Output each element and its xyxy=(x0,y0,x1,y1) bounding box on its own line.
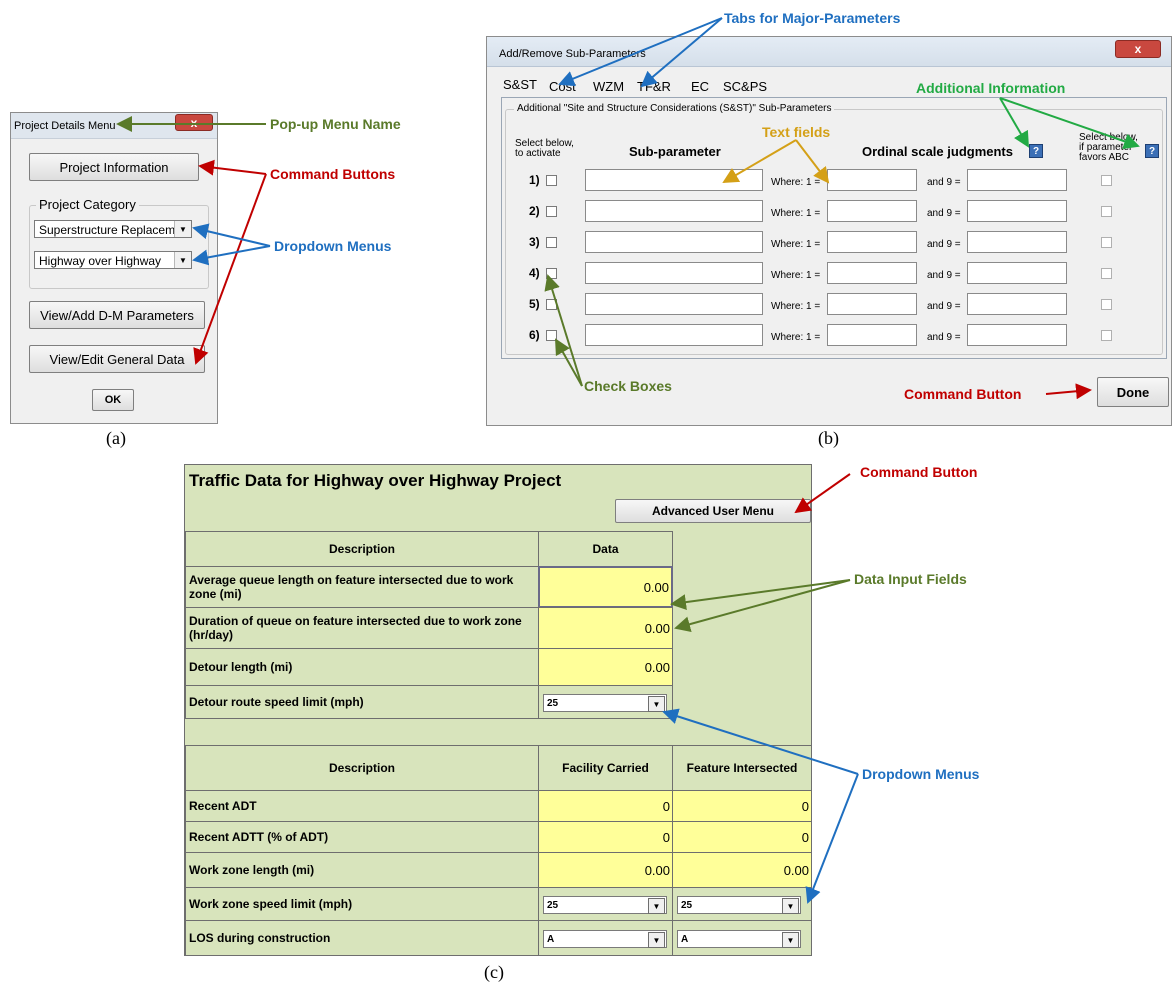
annotation-arrows xyxy=(116,17,1140,904)
